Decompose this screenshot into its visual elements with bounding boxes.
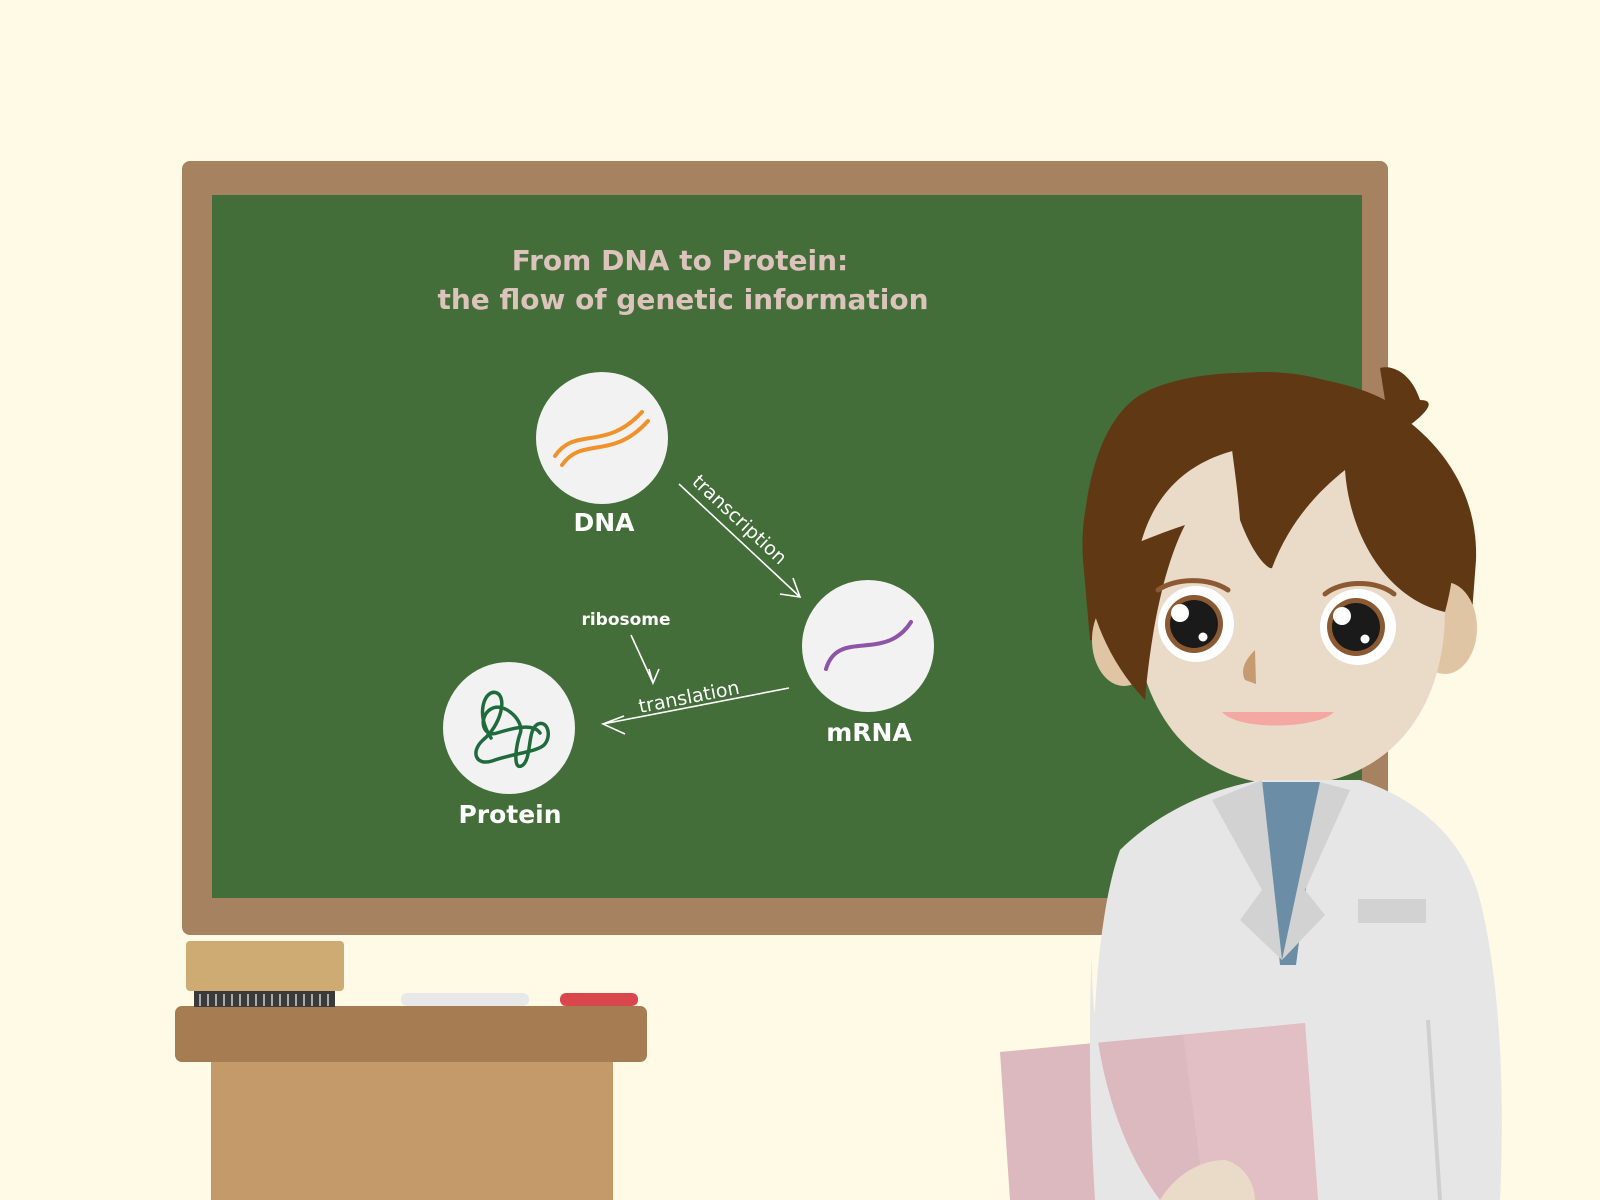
ribosome-label: ribosome: [581, 610, 670, 630]
left-eye: [1158, 586, 1234, 662]
white-chalk: [401, 993, 529, 1006]
dna-node-circle: [536, 372, 668, 504]
eraser-block: [186, 941, 344, 991]
red-chalk: [560, 993, 638, 1006]
right-eye: [1320, 589, 1396, 665]
mrna-label: mRNA: [826, 718, 912, 747]
diagram-title-line2: the flow of genetic information: [437, 283, 928, 316]
protein-label: Protein: [458, 800, 561, 829]
diagram-title-line1: From DNA to Protein:: [512, 244, 848, 277]
dna-label: DNA: [573, 508, 635, 537]
protein-node: Protein: [443, 662, 575, 829]
desk-top: [175, 1006, 647, 1062]
chalkboard-eraser: [186, 941, 344, 1007]
coat-pocket: [1358, 899, 1426, 923]
desk-body: [211, 1055, 613, 1200]
classroom-scene: From DNA to Protein: the flow of genetic…: [0, 0, 1600, 1200]
teacher-desk: [175, 1006, 647, 1200]
